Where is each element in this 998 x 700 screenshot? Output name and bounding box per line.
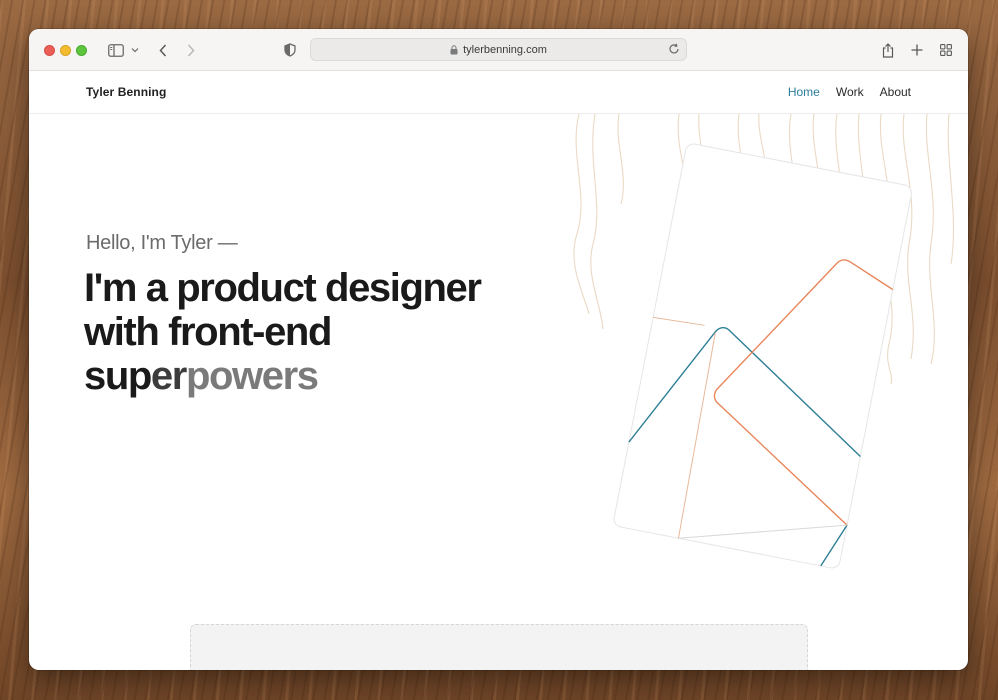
lock-icon [450, 44, 458, 55]
hero-greeting: Hello, I'm Tyler — [86, 232, 238, 254]
headline-word-part-3: powers [185, 354, 319, 398]
address-bar[interactable]: tylerbenning.com [310, 38, 687, 61]
nav-work-link[interactable]: Work [836, 85, 864, 99]
new-tab-icon[interactable] [910, 40, 924, 60]
hero-section: Hello, I'm Tyler — I'm a product designe… [29, 114, 968, 670]
headline-word-part-2: er [150, 354, 187, 398]
site-nav: Home Work About [788, 85, 911, 99]
hero-illustration [559, 114, 968, 584]
reload-icon[interactable] [668, 43, 680, 58]
illustration-card [613, 143, 912, 569]
nav-home-link[interactable]: Home [788, 85, 820, 99]
headline-word-part-1: sup [84, 354, 152, 398]
sidebar-icon[interactable] [107, 40, 125, 60]
content-preview-card [190, 624, 808, 670]
url-text: tylerbenning.com [463, 43, 547, 56]
browser-toolbar: tylerbenning.com [29, 29, 968, 71]
zoom-window-button[interactable] [76, 45, 87, 56]
chevron-down-icon[interactable] [130, 40, 140, 60]
back-icon[interactable] [156, 40, 170, 60]
headline-line-3: superpowers [84, 354, 554, 398]
tab-overview-icon[interactable] [939, 40, 953, 60]
forward-icon[interactable] [184, 40, 198, 60]
site-header: Tyler Benning Home Work About [29, 71, 968, 114]
headline-line-1: I'm a product designer [84, 266, 482, 310]
browser-window: tylerbenning.com Tyler Benning Home Work… [29, 29, 968, 670]
close-window-button[interactable] [44, 45, 55, 56]
share-icon[interactable] [881, 40, 895, 60]
headline-line-2: with front-end [84, 310, 332, 354]
site-brand-link[interactable]: Tyler Benning [86, 85, 166, 99]
hero-headline: I'm a product designer with front-end su… [84, 266, 554, 398]
nav-about-link[interactable]: About [880, 85, 911, 99]
minimize-window-button[interactable] [60, 45, 71, 56]
shield-icon[interactable] [283, 40, 297, 60]
